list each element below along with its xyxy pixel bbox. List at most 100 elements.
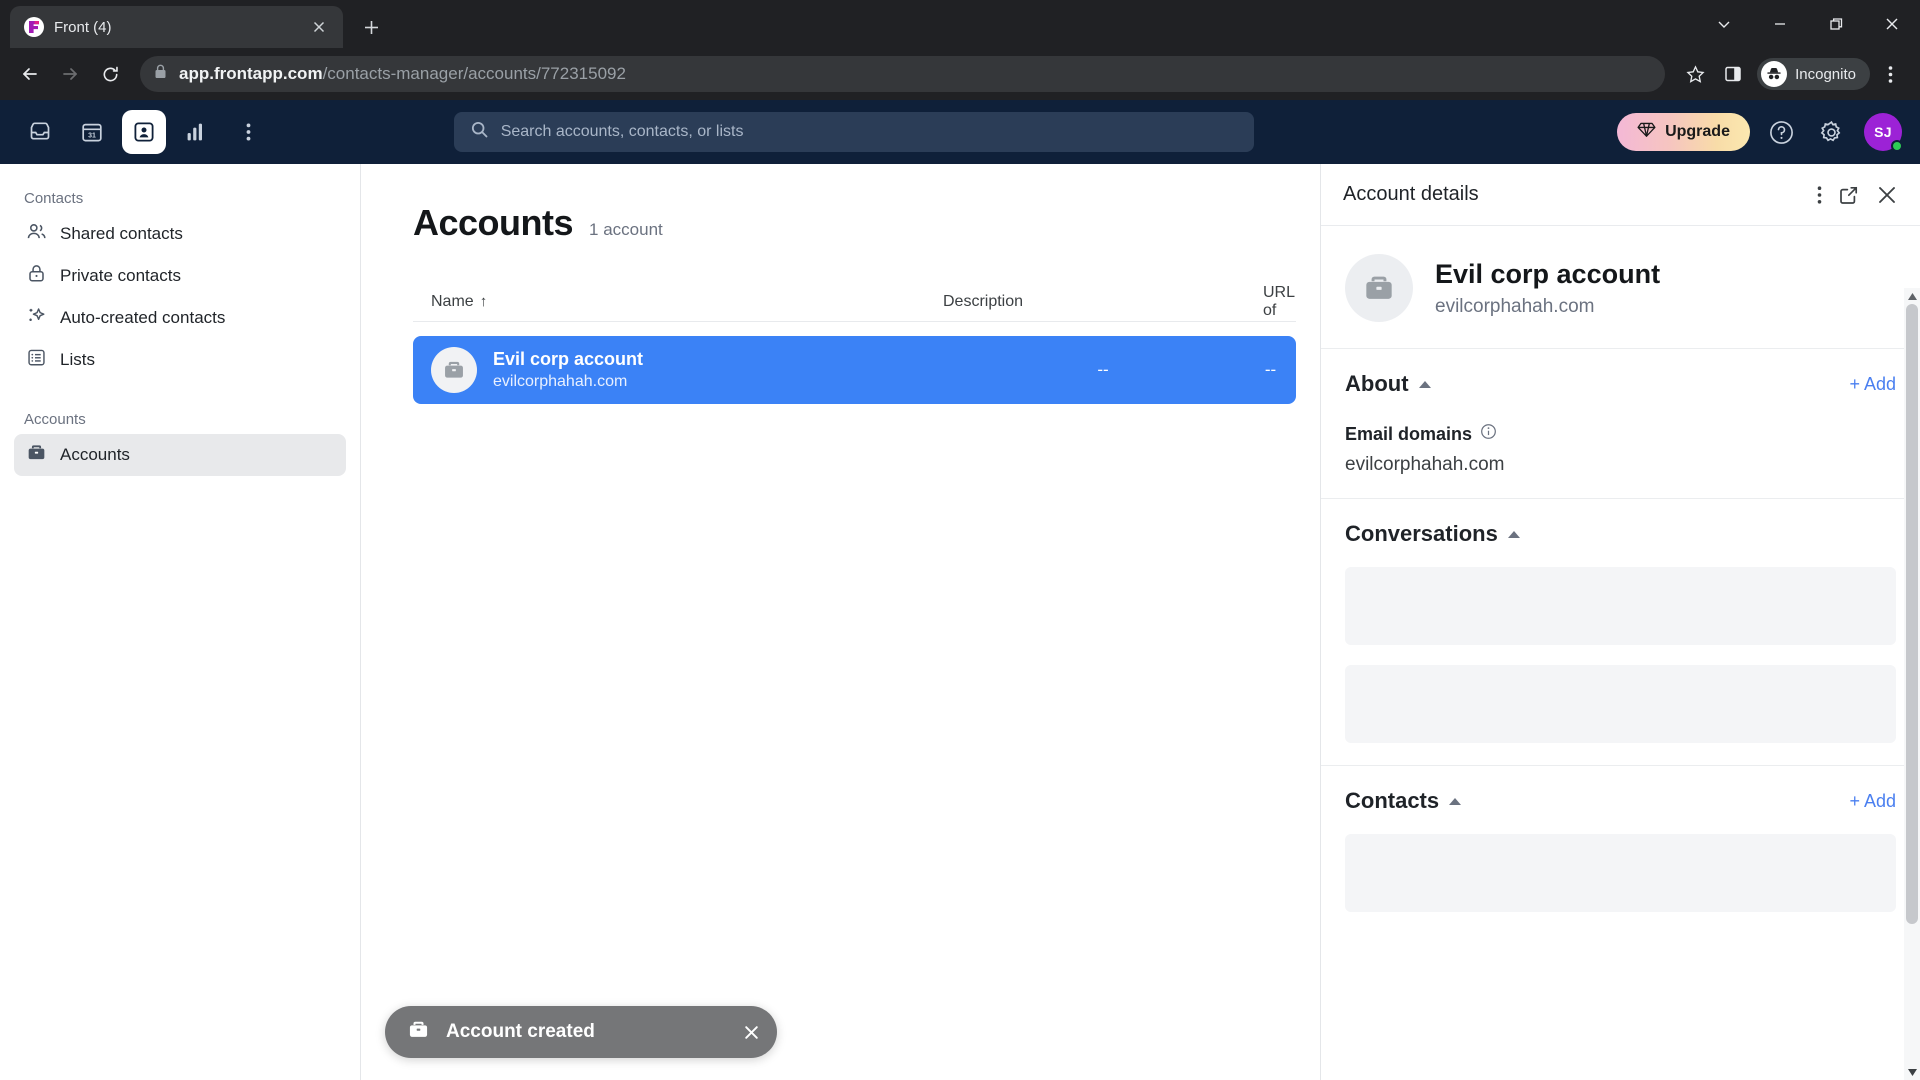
window-controls: [1696, 0, 1920, 48]
maximize-icon[interactable]: [1808, 0, 1864, 48]
nav-analytics-icon[interactable]: [174, 110, 218, 154]
panel-scroll-area: Evil corp account evilcorphahah.com Abou…: [1321, 226, 1920, 1080]
nav-contacts-icon[interactable]: [122, 110, 166, 154]
incognito-hat-icon: [1761, 61, 1788, 87]
section-contacts-header[interactable]: Contacts + Add: [1345, 788, 1896, 814]
scrollbar-track[interactable]: [1904, 304, 1920, 1064]
list-icon: [26, 347, 47, 373]
upgrade-button[interactable]: Upgrade: [1617, 113, 1750, 151]
section-conversations-header[interactable]: Conversations: [1345, 521, 1896, 547]
sidebar-item-auto-created-contacts[interactable]: Auto-created contacts: [14, 297, 346, 339]
main-content: Accounts 1 account Name ↑ Description UR…: [361, 164, 1320, 1080]
front-app: 31 Search accounts, contacts, or lists U…: [0, 100, 1920, 1080]
add-contact-button[interactable]: + Add: [1849, 791, 1896, 812]
search-placeholder: Search accounts, contacts, or lists: [500, 123, 744, 140]
sidebar-item-label: Private contacts: [60, 266, 181, 285]
panel-scrollbar[interactable]: [1904, 288, 1920, 1080]
sidebar-item-private-contacts[interactable]: Private contacts: [14, 255, 346, 297]
app-body: Contacts Shared contacts Private contact…: [0, 164, 1920, 1080]
section-about-header[interactable]: About + Add: [1345, 371, 1896, 397]
chevron-up-icon[interactable]: [1507, 530, 1520, 538]
incognito-profile-button[interactable]: Incognito: [1757, 58, 1870, 90]
sidebar-item-shared-contacts[interactable]: Shared contacts: [14, 213, 346, 255]
chevron-up-icon[interactable]: [1449, 797, 1462, 805]
info-icon[interactable]: [1480, 423, 1497, 445]
close-window-icon[interactable]: [1864, 0, 1920, 48]
column-header-url[interactable]: URL of: [1263, 284, 1294, 320]
sidebar-item-label: Auto-created contacts: [60, 308, 226, 327]
table-row[interactable]: Evil corp account evilcorphahah.com -- -…: [413, 336, 1296, 404]
scroll-down-arrow-icon[interactable]: [1907, 1064, 1917, 1080]
chrome-menu-icon[interactable]: [1872, 56, 1908, 92]
sidebar-group-accounts-label: Accounts: [24, 411, 86, 428]
panel-actions: [1817, 184, 1898, 206]
open-external-icon[interactable]: [1838, 184, 1860, 206]
address-path: /contacts-manager/accounts/772315092: [322, 64, 626, 83]
sparkle-icon: [26, 305, 47, 331]
account-domain: evilcorphahah.com: [1435, 295, 1595, 317]
table-header-row: Name ↑ Description URL of: [413, 282, 1296, 322]
scrollbar-thumb[interactable]: [1906, 304, 1918, 924]
close-icon[interactable]: [1876, 184, 1898, 206]
tab-close-icon[interactable]: [307, 15, 331, 39]
sidebar: Contacts Shared contacts Private contact…: [0, 164, 361, 1080]
sort-ascending-icon: ↑: [479, 293, 488, 310]
gear-icon[interactable]: [1814, 114, 1850, 150]
chevron-up-icon[interactable]: [1418, 380, 1431, 388]
account-count: 1 account: [589, 220, 663, 239]
account-details-panel: Account details Evil corp account evilco…: [1320, 164, 1920, 1080]
tab-search-icon[interactable]: [1696, 0, 1752, 48]
field-label-text: Email domains: [1345, 423, 1473, 444]
briefcase-icon: [1345, 254, 1413, 322]
minimize-icon[interactable]: [1752, 0, 1808, 48]
app-header-actions: Upgrade SJ: [1617, 113, 1903, 152]
section-conversations-title: Conversations: [1345, 521, 1498, 546]
field-email-domains-value: evilcorphahah.com: [1345, 454, 1505, 475]
column-header-name-label: Name: [431, 292, 474, 310]
star-icon[interactable]: [1677, 56, 1713, 92]
page-header: Accounts 1 account: [413, 202, 1320, 244]
forward-arrow-icon: [52, 56, 88, 92]
column-header-name[interactable]: Name ↑: [431, 293, 943, 311]
user-avatar[interactable]: SJ: [1863, 113, 1903, 152]
search-icon: [470, 120, 489, 144]
conversation-placeholder: [1345, 567, 1896, 645]
browser-tab[interactable]: Front (4): [10, 6, 343, 48]
sidebar-item-lists[interactable]: Lists: [14, 339, 346, 381]
briefcase-icon: [431, 347, 477, 393]
contact-placeholder: [1345, 834, 1896, 912]
address-bar[interactable]: app.frontapp.com/contacts-manager/accoun…: [140, 56, 1666, 92]
browser-toolbar: app.frontapp.com/contacts-manager/accoun…: [0, 48, 1920, 100]
section-contacts: Contacts + Add: [1321, 766, 1920, 912]
side-panel-icon[interactable]: [1715, 56, 1751, 92]
diamond-icon: [1637, 120, 1656, 144]
column-header-description[interactable]: Description: [943, 293, 1263, 311]
sidebar-item-accounts[interactable]: Accounts: [14, 434, 346, 476]
section-about: About + Add Email domains evilcorphahah.…: [1321, 349, 1920, 499]
page-title: Accounts: [413, 202, 574, 243]
field-email-domains-label: Email domains: [1345, 423, 1896, 445]
search-input[interactable]: Search accounts, contacts, or lists: [453, 112, 1254, 152]
row-account-domain: evilcorphahah.com: [493, 373, 628, 391]
address-bar-url: app.frontapp.com/contacts-manager/accoun…: [179, 64, 626, 84]
new-tab-button[interactable]: [353, 9, 389, 45]
sidebar-item-label: Lists: [60, 350, 95, 369]
toast-notification: Account created: [385, 1006, 777, 1058]
nav-calendar-icon[interactable]: 31: [70, 110, 114, 154]
toast-close-icon[interactable]: [731, 1012, 771, 1052]
lock-icon: [26, 263, 47, 289]
nav-more-icon[interactable]: [226, 110, 270, 154]
nav-inbox-icon[interactable]: [18, 110, 62, 154]
app-nav: 31: [18, 110, 270, 154]
section-conversations: Conversations: [1321, 499, 1920, 766]
account-name: Evil corp account: [1435, 259, 1661, 290]
help-circle-icon[interactable]: [1764, 114, 1800, 150]
scroll-up-arrow-icon[interactable]: [1907, 288, 1917, 304]
add-about-field-button[interactable]: + Add: [1849, 374, 1896, 395]
more-vertical-icon[interactable]: [1817, 185, 1822, 205]
reload-icon[interactable]: [92, 56, 128, 92]
toast-message: Account created: [446, 1021, 595, 1042]
back-arrow-icon[interactable]: [12, 56, 48, 92]
section-about-title: About: [1345, 371, 1409, 396]
briefcase-icon: [26, 442, 47, 468]
